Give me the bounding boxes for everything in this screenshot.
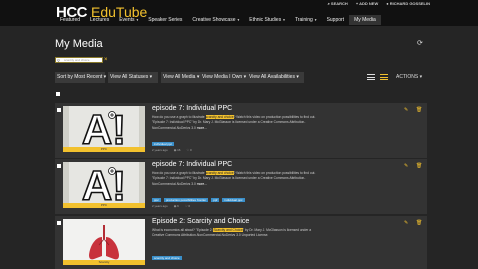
search-value: scarcity and choice <box>64 58 90 62</box>
ownership-filter[interactable]: View Media I Own ▾ <box>200 72 250 83</box>
media-entry[interactable]: A! PPC episode 7: Individual PPC How do you… <box>55 159 427 214</box>
thumbnail-label: PPC <box>63 203 145 208</box>
more-link[interactable]: more... <box>197 126 207 130</box>
top-header: HCC EduTube ⌕ SEARCH + ADD NEW ● RICHARD… <box>0 0 478 26</box>
entry-description: How do you use a graph to illustrate sca… <box>152 171 322 187</box>
tag[interactable]: scarcity and choice <box>152 256 182 260</box>
nav-item-creative-showcase[interactable]: Creative Showcase ▾ <box>187 15 244 25</box>
nav-item-label: Training <box>294 17 313 23</box>
nav-item-events[interactable]: Events ▾ <box>114 15 143 25</box>
sort-dropdown[interactable]: Sort by Most Recent ▾ <box>55 72 106 83</box>
entry-thumbnail[interactable]: A! PPC <box>63 106 145 152</box>
svg-text:A!: A! <box>82 106 126 152</box>
svg-text:A!: A! <box>82 162 126 208</box>
nav-item-lectures[interactable]: Lectures <box>85 15 114 25</box>
status-filter[interactable]: View All Statuses ▾ <box>108 72 158 83</box>
chevron-down-icon: ▾ <box>313 18 317 22</box>
view-count: ◉ 16 <box>173 148 181 152</box>
nav-item-support[interactable]: Support <box>322 15 350 25</box>
nav-item-my-media[interactable]: My Media <box>349 15 381 25</box>
view-count: ◉ 6 <box>173 204 179 208</box>
trash-icon[interactable]: 🗑 <box>416 220 422 226</box>
nav-item-label: Speaker Series <box>148 17 183 23</box>
edit-icon[interactable]: ✎ <box>404 107 408 113</box>
search-highlight: scarcity and choice <box>205 115 234 119</box>
entry-tags: individual ppc <box>152 142 175 146</box>
nav-item-ethnic-studies[interactable]: Ethnic Studies ▾ <box>244 15 290 25</box>
search-highlight: Scarcity and Choice <box>213 228 243 232</box>
upload-date: 2 years ago <box>152 204 168 208</box>
entry-checkbox[interactable] <box>57 108 61 112</box>
upload-date: 2 years ago <box>152 148 168 152</box>
tag[interactable]: production possibilities frontier <box>163 198 209 202</box>
chevron-down-icon: ▾ <box>135 18 139 22</box>
entry-tags: scarcity and choice <box>152 256 182 260</box>
main-nav: Featured Lectures Events ▾ Speaker Series Cr… <box>0 15 478 26</box>
nav-item-featured[interactable]: Featured <box>55 15 85 25</box>
entry-meta: 2 years ago ◉ 16 ♡ 0 <box>152 148 192 152</box>
entry-thumbnail[interactable]: Scarcity <box>63 219 145 265</box>
ppc-thumbnail-art: A! <box>63 162 145 208</box>
trash-icon[interactable]: 🗑 <box>416 107 422 113</box>
entry-checkbox[interactable] <box>57 221 61 225</box>
entry-description: What is economics all about? "Episode 2:… <box>152 228 322 239</box>
tag[interactable]: individual ppc <box>222 198 245 202</box>
nav-item-label: Featured <box>60 17 81 23</box>
desc-text: How do you use a graph to illustrate <box>152 171 206 175</box>
nav-item-label: Ethnic Studies <box>249 17 282 23</box>
entry-title[interactable]: episode 7: Individual PPC <box>152 105 232 112</box>
detailed-view-icon[interactable] <box>367 74 375 80</box>
tag[interactable]: ppc <box>152 198 161 202</box>
select-all-checkbox[interactable] <box>56 92 60 96</box>
user-menu[interactable]: ● RICHARD GOSSELIN <box>386 1 430 6</box>
chevron-down-icon: ▾ <box>236 18 240 22</box>
nav-item-training[interactable]: Training ▾ <box>290 15 322 25</box>
nav-item-label: Creative Showcase <box>192 17 236 23</box>
search-input[interactable]: ⚲ scarcity and choice <box>55 57 103 63</box>
tag[interactable]: ppf <box>211 198 220 202</box>
chevron-down-icon: ▾ <box>282 18 285 22</box>
nav-item-label: My Media <box>354 17 376 23</box>
tag[interactable]: individual ppc <box>152 142 175 146</box>
nav-item-label: Events <box>119 17 135 23</box>
search-link[interactable]: ⌕ SEARCH <box>328 1 348 6</box>
availability-filter[interactable]: View All Availabilities ▾ <box>247 72 304 83</box>
desc-text: What is economics all about? "Episode 2: <box>152 228 214 232</box>
search-icon: ⚲ <box>57 58 60 63</box>
refresh-icon[interactable]: ⟳ <box>417 40 423 47</box>
entry-tags: ppc production possibilities frontier ppf i… <box>152 198 245 202</box>
desc-text: How do you use a graph to illustrate <box>152 115 206 119</box>
trash-icon[interactable]: 🗑 <box>416 163 422 169</box>
thumbnail-label: PPC <box>63 147 145 152</box>
edit-icon[interactable]: ✎ <box>404 163 408 169</box>
entry-title[interactable]: episode 7: Individual PPC <box>152 161 232 168</box>
actions-menu[interactable]: ACTIONS ▾ <box>396 72 422 83</box>
nav-list: Featured Lectures Events ▾ Speaker Series Cr… <box>55 15 381 25</box>
edit-icon[interactable]: ✎ <box>404 220 408 226</box>
lungs-thumbnail-art <box>63 219 145 265</box>
filter-bar: Sort by Most Recent ▾ View All Statuses … <box>55 72 428 83</box>
utility-links: ⌕ SEARCH + ADD NEW ● RICHARD GOSSELIN <box>328 1 430 6</box>
list-view-icon[interactable] <box>380 74 388 80</box>
entry-meta: 2 years ago ◉ 6 ♡ 0 <box>152 204 190 208</box>
nav-item-label: Lectures <box>90 17 110 23</box>
media-type-filter[interactable]: View All Media ▾ <box>161 72 202 83</box>
add-new-link[interactable]: + ADD NEW <box>356 1 378 6</box>
more-link[interactable]: more... <box>197 182 207 186</box>
media-entry[interactable]: Scarcity Episode 2: Scarcity and Choice Wh… <box>55 216 427 269</box>
entry-checkbox[interactable] <box>57 164 61 168</box>
entry-thumbnail[interactable]: A! PPC <box>63 162 145 208</box>
entry-title[interactable]: Episode 2: Scarcity and Choice <box>152 218 249 225</box>
thumbnail-label: Scarcity <box>63 260 145 265</box>
entry-description: How do you use a graph to illustrate sca… <box>152 115 322 131</box>
search-highlight: scarcity and choice <box>205 171 234 175</box>
page-title: My Media <box>55 38 103 50</box>
clear-search-icon[interactable]: × <box>104 57 109 63</box>
media-entry[interactable]: A! PPC episode 7: Individual PPC How do you… <box>55 103 427 158</box>
ppc-thumbnail-art: A! <box>63 106 145 152</box>
like-count: ♡ 0 <box>184 204 191 208</box>
nav-item-label: Support <box>326 17 345 23</box>
nav-item-speaker-series[interactable]: Speaker Series <box>143 15 187 25</box>
like-count: ♡ 0 <box>186 148 192 152</box>
